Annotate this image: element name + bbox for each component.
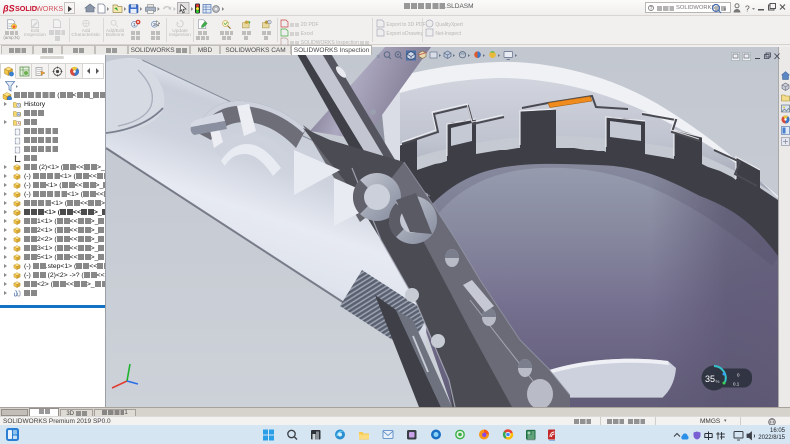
svg-text:?: ? xyxy=(745,4,750,14)
svg-text:0.1: 0.1 xyxy=(733,382,740,387)
svg-text:βS: βS xyxy=(3,4,15,14)
svg-text:35: 35 xyxy=(705,374,715,384)
svg-text:WORKS: WORKS xyxy=(36,4,63,13)
svg-text:SOLID: SOLID xyxy=(15,4,37,13)
svg-text:%: % xyxy=(716,379,720,384)
